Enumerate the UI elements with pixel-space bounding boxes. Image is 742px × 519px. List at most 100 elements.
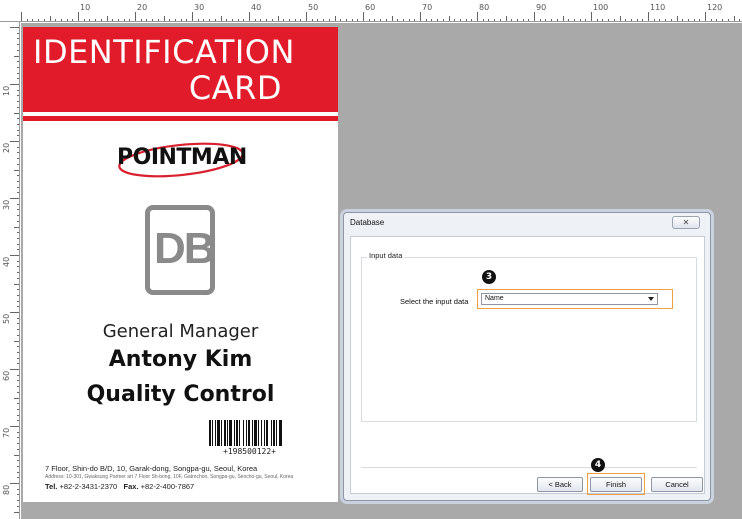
ruler-tick [14, 454, 19, 456]
ruler-label: 10 [2, 85, 11, 96]
back-button[interactable]: < Back [537, 477, 583, 492]
ruler-tick [17, 123, 19, 125]
ruler-tick [17, 61, 19, 63]
ruler-tick [17, 363, 19, 365]
ruler-tick [21, 12, 22, 21]
ruler-label: 80 [2, 484, 11, 495]
ruler-tick [17, 152, 19, 154]
ruler-tick [534, 12, 535, 21]
barcode-bar [264, 420, 265, 446]
ruler-tick [682, 19, 684, 21]
ruler-tick [402, 19, 404, 21]
ruler-tick [528, 19, 530, 21]
ruler-tick [17, 351, 19, 353]
ruler-tick [95, 19, 97, 21]
ruler-tick [551, 19, 553, 21]
ruler-tick [10, 426, 19, 427]
ruler-tick [157, 19, 159, 21]
ruler-label: 50 [2, 313, 11, 324]
ruler-label: 60 [365, 3, 376, 12]
ruler-tick [209, 19, 211, 21]
address-line2: Address: 10-301, Gwaksung Partner art 7 … [45, 474, 294, 480]
ruler-tick [174, 19, 176, 21]
ruler-tick [38, 19, 40, 21]
ruler-tick [351, 19, 353, 21]
db-logo-text: DB [154, 224, 216, 273]
ruler-tick [17, 374, 19, 376]
finish-button[interactable]: Finish [590, 477, 642, 492]
ruler-tick [391, 16, 393, 21]
ruler-tick [197, 19, 199, 21]
ruler-tick [17, 329, 19, 331]
ruler-tick [17, 158, 19, 160]
ruler-label: 110 [650, 3, 666, 12]
ruler-tick [186, 19, 188, 21]
ruler-tick [17, 146, 19, 148]
card-stripe [23, 116, 338, 121]
ruler-tick [17, 32, 19, 34]
barcode-bar [246, 420, 247, 446]
ruler-tick [17, 460, 19, 462]
ruler-tick [17, 38, 19, 40]
ruler-tick [556, 19, 558, 21]
ruler-tick [17, 277, 19, 279]
ruler-tick [17, 391, 19, 393]
select-value: Name [485, 295, 504, 302]
ruler-tick [10, 255, 19, 256]
ruler-tick [17, 180, 19, 182]
ruler-label: 70 [2, 427, 11, 438]
ruler-tick [437, 19, 439, 21]
field-label: Select the input data [400, 297, 469, 306]
close-button[interactable]: ✕ [672, 216, 700, 229]
ruler-tick [625, 19, 627, 21]
ruler-label: 90 [536, 3, 547, 12]
barcode-bar [217, 420, 220, 446]
barcode-bar [212, 420, 213, 446]
ruler-tick [465, 19, 467, 21]
ruler-tick [17, 323, 19, 325]
chevron-down-icon[interactable] [648, 297, 654, 301]
ruler-tick [602, 19, 604, 21]
button-separator [361, 467, 697, 468]
database-dialog[interactable]: Database ✕ Input data 3 Select the input… [343, 212, 711, 501]
ruler-tick [10, 312, 19, 313]
ruler-tick [585, 19, 587, 21]
card-header: IDENTIFICATION CARD [23, 27, 338, 112]
ruler-tick [539, 19, 541, 21]
group-label: Input data [367, 251, 405, 260]
ruler-tick [14, 169, 19, 171]
barcode-bar [243, 420, 244, 446]
ruler-tick [169, 19, 171, 21]
ruler-tick [60, 19, 62, 21]
ruler-label: 60 [2, 370, 11, 381]
ruler-tick [659, 19, 661, 21]
id-card[interactable]: IDENTIFICATION CARD POINTMAN DB General … [23, 27, 338, 502]
ruler-tick [374, 19, 376, 21]
ruler-tick [106, 16, 108, 21]
ruler-tick [192, 12, 193, 21]
ruler-tick [608, 19, 610, 21]
ruler-tick [17, 420, 19, 422]
ruler-tick [17, 186, 19, 188]
ruler-label: 40 [2, 256, 11, 267]
ruler-tick [494, 19, 496, 21]
ruler-tick [10, 27, 19, 28]
ruler-tick [129, 19, 131, 21]
ruler-tick [17, 49, 19, 51]
ruler-tick [363, 12, 364, 21]
ruler-tick [562, 16, 564, 21]
ruler-tick [277, 16, 279, 21]
barcode-bar [227, 420, 228, 446]
barcode-bar [215, 420, 216, 446]
input-data-select[interactable]: Name [481, 293, 658, 305]
ruler-tick [545, 19, 547, 21]
ruler-tick [17, 163, 19, 165]
barcode-bar [221, 420, 222, 446]
ruler-tick [522, 19, 524, 21]
barcode-bar [258, 420, 259, 446]
job-title: General Manager [102, 321, 259, 342]
cancel-button[interactable]: Cancel [651, 477, 703, 492]
ruler-tick [72, 19, 74, 21]
ruler-tick [17, 465, 19, 467]
ruler-tick [17, 500, 19, 502]
